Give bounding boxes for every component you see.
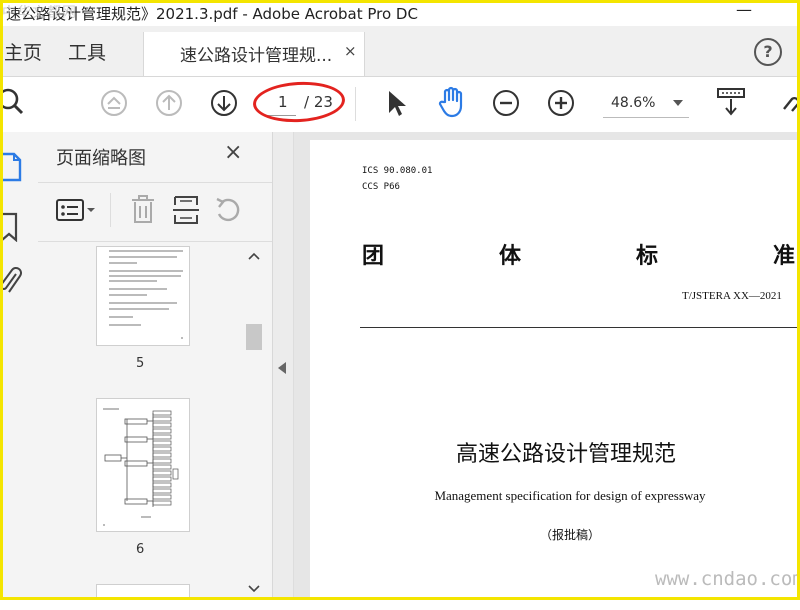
doc-standard-char: 标 <box>636 244 659 269</box>
thumbnails-panel: 页面缩略图 × 5 6 <box>38 132 273 600</box>
delete-icon[interactable] <box>130 195 156 225</box>
title-bar: 速公路设计管理规范》2021.3.pdf - Adobe Acrobat Pro… <box>0 0 800 26</box>
tab-home[interactable]: 主页 <box>4 38 42 65</box>
zoom-value: 48.6% <box>611 95 656 111</box>
left-nav-rail <box>0 132 39 600</box>
panel-toolbar-divider <box>110 193 111 227</box>
doc-standard-char: 体 <box>499 244 522 269</box>
watermark-site: www.cndao.com <box>655 568 800 590</box>
zoom-in-icon[interactable] <box>547 89 575 117</box>
zoom-dropdown[interactable]: 48.6% <box>603 89 689 118</box>
thumbnail-page-6[interactable] <box>96 398 190 532</box>
thumbnail-label-5: 5 <box>136 356 145 371</box>
doc-title-cn: 高速公路设计管理规范 <box>455 442 676 467</box>
select-arrow-icon[interactable] <box>386 89 408 117</box>
help-icon[interactable]: ? <box>754 38 782 66</box>
doc-ccs: CCS P66 <box>362 182 400 192</box>
panel-title: 页面缩略图 <box>56 148 146 169</box>
tab-document-label: 速公路设计管理规... <box>180 46 333 66</box>
watermark-top: 中华文都网 <box>2 5 77 21</box>
rotate-icon[interactable] <box>214 195 242 225</box>
doc-title-en: Management specification for design of e… <box>434 488 706 503</box>
thumbnail-page-7[interactable] <box>96 584 190 600</box>
extract-pages-icon[interactable] <box>172 195 200 225</box>
search-icon[interactable] <box>0 87 28 117</box>
panel-toolbar <box>38 182 272 242</box>
thumbnail-page-5[interactable] <box>96 246 190 346</box>
hand-tool-icon[interactable] <box>437 86 467 118</box>
prev-page-icon[interactable] <box>155 89 183 117</box>
options-menu-icon[interactable] <box>56 199 98 223</box>
panel-scrollbar[interactable] <box>244 246 264 600</box>
doc-draft-label: （报批稿） <box>539 528 600 542</box>
chevron-down-icon <box>673 100 683 106</box>
scroll-mode-icon[interactable] <box>716 87 746 117</box>
toolbar: 1 / 23 48.6% <box>0 77 800 133</box>
tab-tools[interactable]: 工具 <box>68 38 106 65</box>
pdf-page: ICS 90.080.01 CCS P66 团 体 标 准 T/JSTERA X… <box>310 140 800 610</box>
tab-document[interactable]: 速公路设计管理规... × <box>143 32 365 76</box>
panel-scrollbar-thumb[interactable] <box>246 324 262 350</box>
first-page-icon[interactable] <box>100 89 128 117</box>
panel-collapse-strip[interactable] <box>273 132 294 600</box>
next-page-icon[interactable] <box>210 89 238 117</box>
doc-code: T/JSTERA XX—2021 <box>682 290 782 302</box>
page-thumbnails-icon[interactable] <box>0 152 24 182</box>
thumbnail-label-6: 6 <box>136 542 145 557</box>
tab-close-icon[interactable]: × <box>344 42 357 60</box>
red-highlight-circle <box>252 79 346 125</box>
bookmark-icon[interactable] <box>0 212 20 242</box>
collapse-left-icon <box>278 362 286 374</box>
panel-close-icon[interactable]: × <box>224 140 242 165</box>
toolbar-divider <box>355 87 356 121</box>
link-icon[interactable] <box>780 91 800 115</box>
tab-bar: 主页 工具 速公路设计管理规... × ? <box>0 26 800 77</box>
attachment-icon[interactable] <box>0 266 22 296</box>
doc-ics: ICS 90.080.01 <box>362 166 433 176</box>
doc-standard-char: 团 <box>362 244 385 269</box>
zoom-out-icon[interactable] <box>492 89 520 117</box>
document-viewport[interactable]: ICS 90.080.01 CCS P66 团 体 标 准 T/JSTERA X… <box>294 132 800 610</box>
minimize-button[interactable]: — <box>736 0 752 19</box>
doc-header-rule <box>360 327 800 328</box>
doc-standard-char: 准 <box>773 244 796 269</box>
